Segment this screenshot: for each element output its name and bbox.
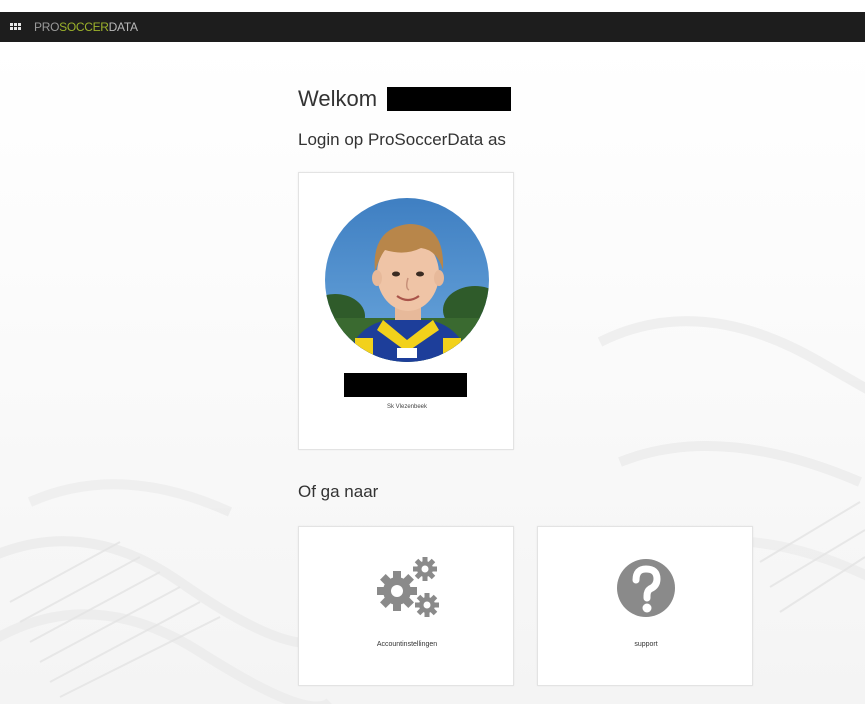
club-name: Sk Vlezenbeek	[386, 404, 428, 410]
redacted-username	[387, 87, 512, 111]
main-content: Welkom Login op ProSoccerData as Sk Vlez…	[0, 0, 865, 704]
support-tile[interactable]: support	[537, 526, 753, 686]
or-go-heading: Of ga naar	[298, 482, 379, 501]
avatar	[325, 198, 489, 362]
welcome-text: Welkom	[298, 86, 378, 111]
redacted-player-name	[344, 373, 467, 397]
question-circle-icon	[538, 553, 754, 623]
gears-icon	[299, 553, 515, 623]
account-settings-tile[interactable]: Accountinstellingen	[298, 526, 514, 686]
login-as-subtitle: Login op ProSoccerData as	[298, 130, 506, 149]
account-settings-label: Accountinstellingen	[376, 641, 438, 648]
welcome-heading: Welkom	[298, 86, 512, 112]
support-label: support	[634, 641, 658, 648]
page: PROSOCCERDATA Welkom Login op ProSoccerD…	[0, 0, 865, 704]
profile-card[interactable]: Sk Vlezenbeek	[298, 172, 514, 450]
